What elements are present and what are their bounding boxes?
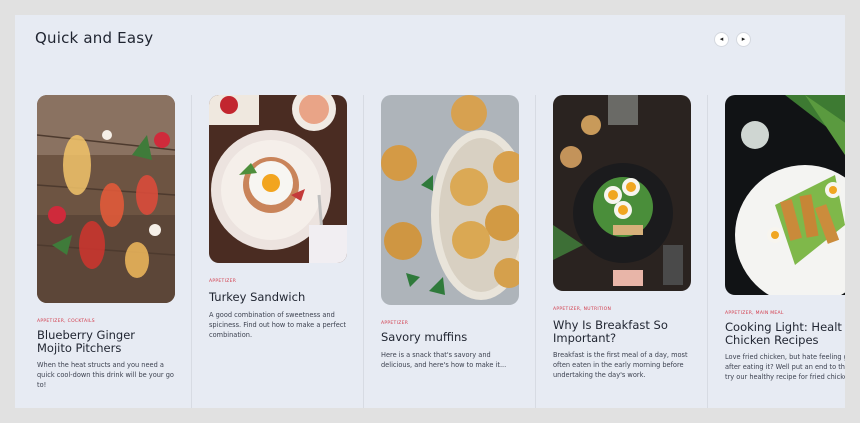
muffins-photo: [381, 95, 519, 305]
recipe-card[interactable]: APPETIZER, NUTRITION Why Is Breakfast So…: [535, 95, 707, 408]
sandwich-photo: [209, 95, 347, 263]
recipe-title[interactable]: Cooking Light: Healt Chicken Recipes: [725, 321, 845, 347]
carousel-next-button[interactable]: ▸: [736, 32, 751, 47]
breakfast-photo: [553, 95, 691, 291]
recipe-title-line[interactable]: Important?: [553, 332, 703, 345]
recipe-description: When the heat structs and you need a qui…: [37, 361, 174, 389]
recipe-tags[interactable]: APPETIZER, MAIN MEAL: [725, 311, 784, 316]
recipe-title[interactable]: Turkey Sandwich: [209, 291, 359, 304]
quick-and-easy-section: Quick and Easy ◂ ▸ APPETIZER, COCKTAILS …: [15, 15, 845, 408]
recipe-tags[interactable]: APPETIZER, COCKTAILS: [37, 319, 95, 324]
chicken-salad-photo: [725, 95, 845, 295]
recipe-image[interactable]: [37, 95, 175, 303]
recipe-title-line[interactable]: Turkey Sandwich: [209, 291, 359, 304]
recipe-title[interactable]: Why Is Breakfast So Important?: [553, 319, 703, 345]
recipe-tags[interactable]: APPETIZER: [381, 321, 408, 326]
recipe-image[interactable]: [553, 95, 691, 291]
recipe-tags[interactable]: APPETIZER: [209, 279, 236, 284]
recipe-tags[interactable]: APPETIZER, NUTRITION: [553, 307, 611, 312]
recipe-description: Breakfast is the first meal of a day, mo…: [553, 351, 688, 379]
recipe-description: A good combination of sweetness and spic…: [209, 311, 347, 339]
recipe-description: Here is a snack that's savory and delici…: [381, 351, 507, 369]
carousel-prev-button[interactable]: ◂: [714, 32, 729, 47]
recipe-card[interactable]: APPETIZER Savory muffins Here is a snack…: [363, 95, 535, 408]
recipe-title-line[interactable]: Mojito Pitchers: [37, 342, 187, 355]
recipe-card[interactable]: APPETIZER, MAIN MEAL Cooking Light: Heal…: [707, 95, 845, 408]
recipe-title-line[interactable]: Chicken Recipes: [725, 334, 845, 347]
section-title: Quick and Easy: [35, 29, 154, 47]
recipe-image[interactable]: [209, 95, 347, 263]
cocktails-photo: [37, 95, 175, 303]
recipe-image[interactable]: [725, 95, 845, 295]
recipe-description: Love fried chicken, but hate feeling gu …: [725, 353, 845, 381]
recipe-card[interactable]: APPETIZER Turkey Sandwich A good combina…: [191, 95, 363, 408]
recipe-image[interactable]: [381, 95, 519, 305]
recipe-card[interactable]: APPETIZER, COCKTAILS Blueberry Ginger Mo…: [15, 95, 187, 408]
recipe-title[interactable]: Savory muffins: [381, 331, 531, 344]
recipe-title[interactable]: Blueberry Ginger Mojito Pitchers: [37, 329, 187, 355]
recipe-title-line[interactable]: Savory muffins: [381, 331, 531, 344]
